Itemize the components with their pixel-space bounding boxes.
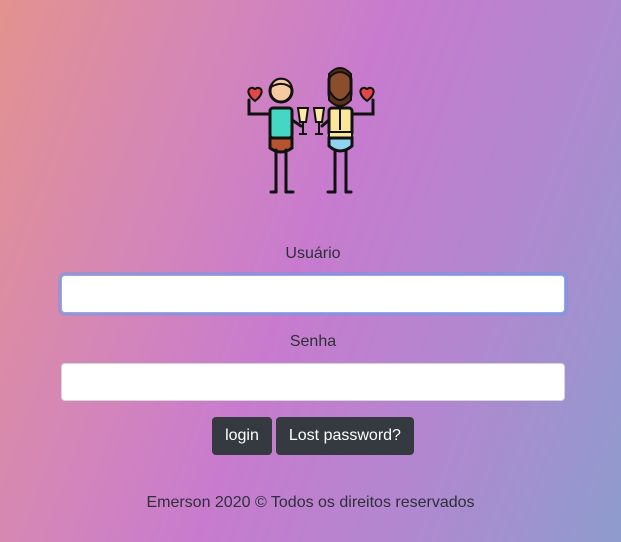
heart-right-icon [359, 86, 375, 103]
password-input[interactable] [61, 363, 565, 401]
form-actions: login Lost password? [61, 417, 565, 455]
username-input[interactable] [61, 275, 565, 313]
champagne-glasses-icon [296, 107, 326, 135]
couple-toast-icon [243, 64, 379, 198]
right-person-figure [320, 67, 375, 194]
login-page: Usuário Senha login Lost password? Emers… [0, 0, 621, 542]
footer-copyright: Emerson 2020 © Todos os direitos reserva… [146, 494, 475, 511]
login-button[interactable]: login [212, 417, 272, 455]
lost-password-button[interactable]: Lost password? [275, 417, 414, 455]
password-label: Senha [289, 333, 337, 350]
heart-left-icon [247, 86, 263, 103]
username-label: Usuário [285, 245, 341, 262]
login-form: Usuário Senha login Lost password? [61, 241, 565, 455]
